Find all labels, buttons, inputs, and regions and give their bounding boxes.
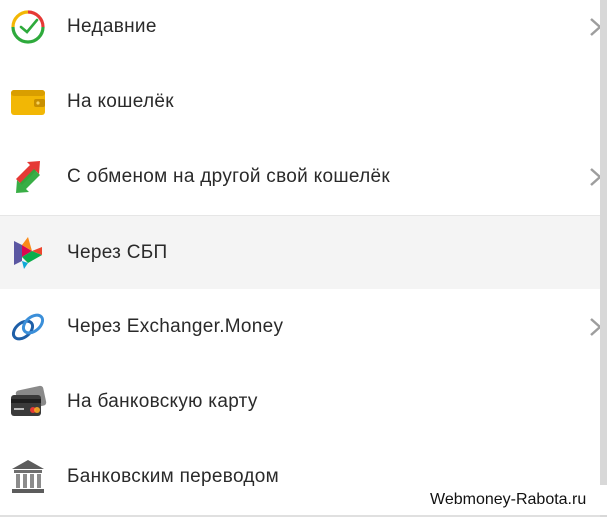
menu-item-label: На банковскую карту bbox=[67, 391, 258, 412]
chevron-right-icon bbox=[588, 165, 600, 189]
menu-item-sbp[interactable]: Через СБП bbox=[0, 215, 600, 289]
transfer-method-menu: Недавние На кошелёк С обменом на другой … bbox=[0, 0, 600, 517]
menu-item-recent[interactable]: Недавние bbox=[0, 0, 600, 64]
menu-item-label: Банковским переводом bbox=[67, 466, 280, 487]
chevron-right-icon bbox=[588, 315, 600, 339]
wallet-icon bbox=[8, 82, 48, 122]
menu-item-label: Недавние bbox=[67, 16, 157, 37]
chevron-right-icon bbox=[588, 15, 600, 39]
menu-item-to-wallet[interactable]: На кошелёк bbox=[0, 65, 600, 139]
watermark: Webmoney-Rabota.ru bbox=[422, 485, 607, 515]
menu-item-exchanger-money[interactable]: Через Exchanger.Money bbox=[0, 290, 600, 364]
bank-card-icon bbox=[8, 382, 48, 422]
menu-item-label: Через Exchanger.Money bbox=[67, 316, 284, 337]
menu-item-label: На кошелёк bbox=[67, 91, 174, 112]
bank-building-icon bbox=[8, 457, 48, 497]
menu-item-label: С обменом на другой свой кошелёк bbox=[67, 166, 390, 187]
scrollbar[interactable] bbox=[600, 0, 607, 517]
menu-item-exchange-own-wallet[interactable]: С обменом на другой свой кошелёк bbox=[0, 140, 600, 214]
exchange-arrows-icon bbox=[8, 157, 48, 197]
menu-item-bank-card[interactable]: На банковскую карту bbox=[0, 365, 600, 439]
recent-clock-icon bbox=[8, 7, 48, 47]
sbp-logo-icon bbox=[8, 233, 48, 273]
menu-item-label: Через СБП bbox=[67, 241, 168, 263]
exchanger-link-icon bbox=[8, 307, 48, 347]
